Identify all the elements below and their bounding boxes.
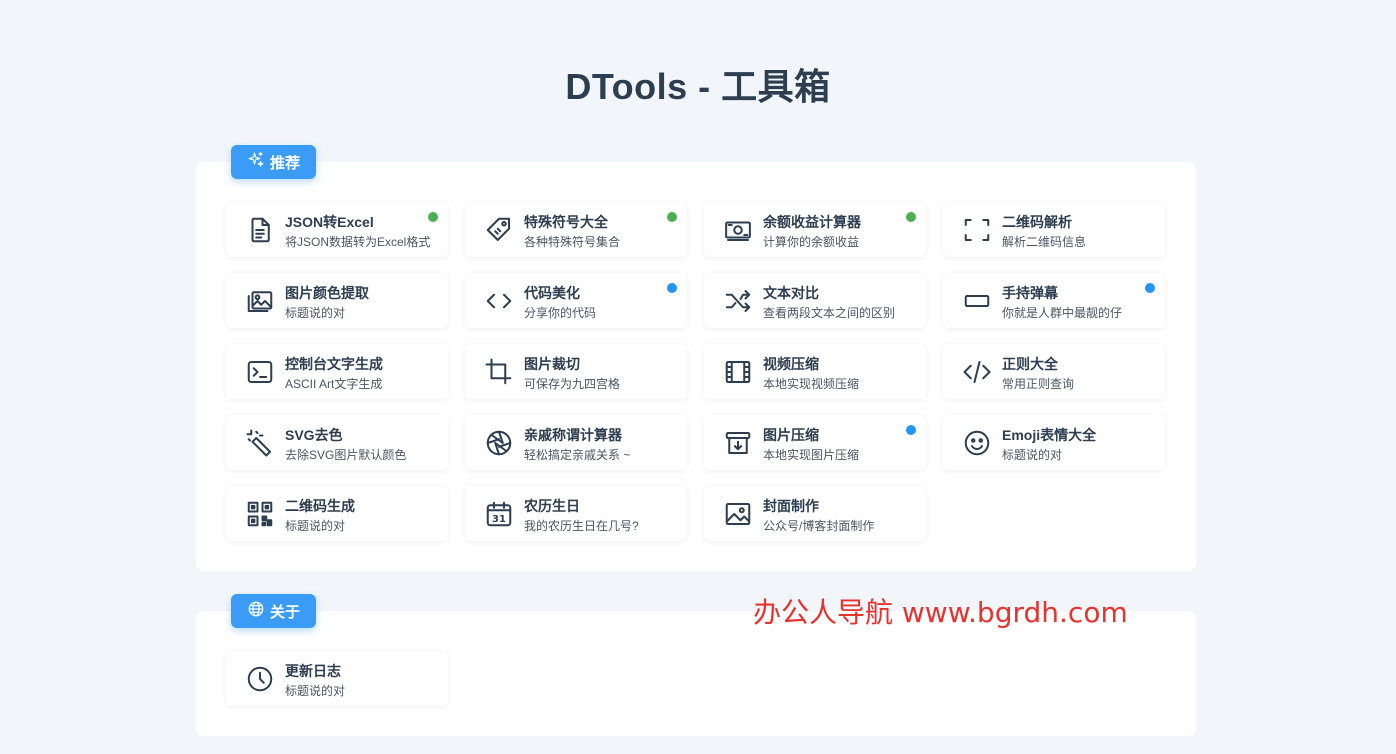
tool-title: 二维码生成 <box>285 498 355 514</box>
tool-title: 手持弹幕 <box>1002 285 1058 301</box>
status-dot-green <box>906 212 916 222</box>
tool-desc: ASCII Art文字生成 <box>285 377 383 391</box>
tool-desc: 计算你的余额收益 <box>763 235 860 249</box>
section-label-about: 关于 <box>269 603 300 621</box>
tool-card-file-text[interactable]: JSON转Excel 将JSON数据转为Excel格式 <box>226 202 448 257</box>
section-badge-about[interactable]: 关于 <box>231 594 316 628</box>
scan-icon <box>962 215 992 245</box>
tool-title: 二维码解析 <box>1002 214 1072 230</box>
tool-title: 农历生日 <box>524 498 580 514</box>
film-icon <box>723 357 753 387</box>
tool-title: 正则大全 <box>1002 356 1058 372</box>
tool-desc: 常用正则查询 <box>1002 377 1075 391</box>
tool-card-aperture[interactable]: 亲戚称谓计算器 轻松搞定亲戚关系 ~ <box>465 415 687 470</box>
tool-desc: 查看两段文本之间的区别 <box>763 306 896 320</box>
calendar-icon: 31 <box>484 499 514 529</box>
tool-title: SVG去色 <box>285 427 343 443</box>
tool-desc: 轻松搞定亲戚关系 ~ <box>524 448 631 462</box>
tool-card-magic-wand[interactable]: SVG去色去除SVG图片默认颜色 <box>226 415 448 470</box>
status-dot-green <box>428 212 438 222</box>
tool-card-code[interactable]: 代码美化分享你的代码 <box>465 273 687 328</box>
tool-desc: 公众号/博客封面制作 <box>763 519 875 533</box>
tool-title: Emoji表情大全 <box>1002 427 1097 443</box>
page-title: DTools - 工具箱 <box>565 66 831 107</box>
tool-title: JSON转Excel <box>285 214 374 230</box>
tool-desc: 解析二维码信息 <box>1002 235 1087 249</box>
file-text-icon <box>245 215 275 245</box>
tool-desc: 我的农历生日在几号? <box>524 519 639 533</box>
tool-desc: 可保存为九四宫格 <box>524 377 621 391</box>
tool-title: 图片颜色提取 <box>285 285 369 301</box>
tool-card-calendar[interactable]: 31 农历生日我的农历生日在几号? <box>465 486 687 541</box>
tool-card-tag[interactable]: 特殊符号大全 各种特殊符号集合 <box>465 202 687 257</box>
tool-card-clock[interactable]: 更新日志 标题说的对 <box>226 651 448 706</box>
code-slash-icon <box>962 357 992 387</box>
terminal-icon <box>245 357 275 387</box>
tool-title: 更新日志 <box>285 663 341 679</box>
crop-icon <box>484 357 514 387</box>
tool-title: 特殊符号大全 <box>524 214 608 230</box>
status-dot-blue <box>667 283 677 293</box>
section-label-recommend: 推荐 <box>269 154 300 172</box>
rectangle-icon <box>962 286 992 316</box>
tool-card-crop[interactable]: 图片裁切可保存为九四宫格 <box>465 344 687 399</box>
tool-card-images[interactable]: 图片颜色提取 标题说的对 <box>226 273 448 328</box>
tool-title: 封面制作 <box>763 498 819 514</box>
aperture-icon <box>484 428 514 458</box>
sparkles-icon <box>247 151 265 173</box>
tool-title: 代码美化 <box>524 285 580 301</box>
tool-desc: 各种特殊符号集合 <box>524 235 621 249</box>
tool-desc: 本地实现图片压缩 <box>763 448 860 462</box>
tool-card-rectangle[interactable]: 手持弹幕你就是人群中最靓的仔 <box>943 273 1165 328</box>
svg-text:31: 31 <box>492 514 506 525</box>
section-badge-recommend[interactable]: 推荐 <box>231 145 316 179</box>
clock-icon <box>245 664 275 694</box>
tool-desc: 标题说的对 <box>285 306 346 320</box>
shuffle-icon <box>723 286 753 316</box>
tool-card-smile[interactable]: Emoji表情大全 标题说的对 <box>943 415 1165 470</box>
archive-icon <box>723 428 753 458</box>
tool-card-terminal[interactable]: 控制台文字生成 ASCII Art文字生成 <box>226 344 448 399</box>
status-dot-blue <box>906 425 916 435</box>
tool-card-code-slash[interactable]: 正则大全常用正则查询 <box>943 344 1165 399</box>
tool-desc: 你就是人群中最靓的仔 <box>1002 306 1123 320</box>
tool-card-scan[interactable]: 二维码解析解析二维码信息 <box>943 202 1165 257</box>
tool-card-film[interactable]: 视频压缩本地实现视频压缩 <box>704 344 926 399</box>
tool-desc: 将JSON数据转为Excel格式 <box>285 235 431 249</box>
tool-desc: 标题说的对 <box>285 684 346 698</box>
tool-card-cash[interactable]: 余额收益计算器 计算你的余额收益 <box>704 202 926 257</box>
qrcode-icon <box>245 499 275 529</box>
watermark: 办公人导航 www.bgrdh.com <box>753 596 1128 629</box>
tool-title: 文本对比 <box>763 285 819 301</box>
globe-icon <box>247 600 265 622</box>
tool-card-qrcode[interactable]: 二维码生成标题说的对 <box>226 486 448 541</box>
tool-card-image[interactable]: 封面制作公众号/博客封面制作 <box>704 486 926 541</box>
tool-title: 余额收益计算器 <box>763 214 861 230</box>
tool-card-shuffle[interactable]: 文本对比查看两段文本之间的区别 <box>704 273 926 328</box>
tool-title: 视频压缩 <box>763 356 819 372</box>
tool-card-archive[interactable]: 图片压缩本地实现图片压缩 <box>704 415 926 470</box>
image-icon <box>723 499 753 529</box>
tool-title: 图片压缩 <box>763 427 819 443</box>
status-dot-green <box>667 212 677 222</box>
magic-wand-icon <box>245 428 275 458</box>
tool-title: 图片裁切 <box>524 356 580 372</box>
tag-icon <box>484 215 514 245</box>
tool-desc: 分享你的代码 <box>524 306 597 320</box>
images-icon <box>245 286 275 316</box>
cash-icon <box>723 215 753 245</box>
tool-desc: 本地实现视频压缩 <box>763 377 860 391</box>
status-dot-blue <box>1145 283 1155 293</box>
tool-title: 控制台文字生成 <box>285 356 383 372</box>
tool-desc: 去除SVG图片默认颜色 <box>285 448 407 462</box>
tool-desc: 标题说的对 <box>1002 448 1063 462</box>
code-icon <box>484 286 514 316</box>
smile-icon <box>962 428 992 458</box>
tool-title: 亲戚称谓计算器 <box>524 427 622 443</box>
tool-desc: 标题说的对 <box>285 519 346 533</box>
